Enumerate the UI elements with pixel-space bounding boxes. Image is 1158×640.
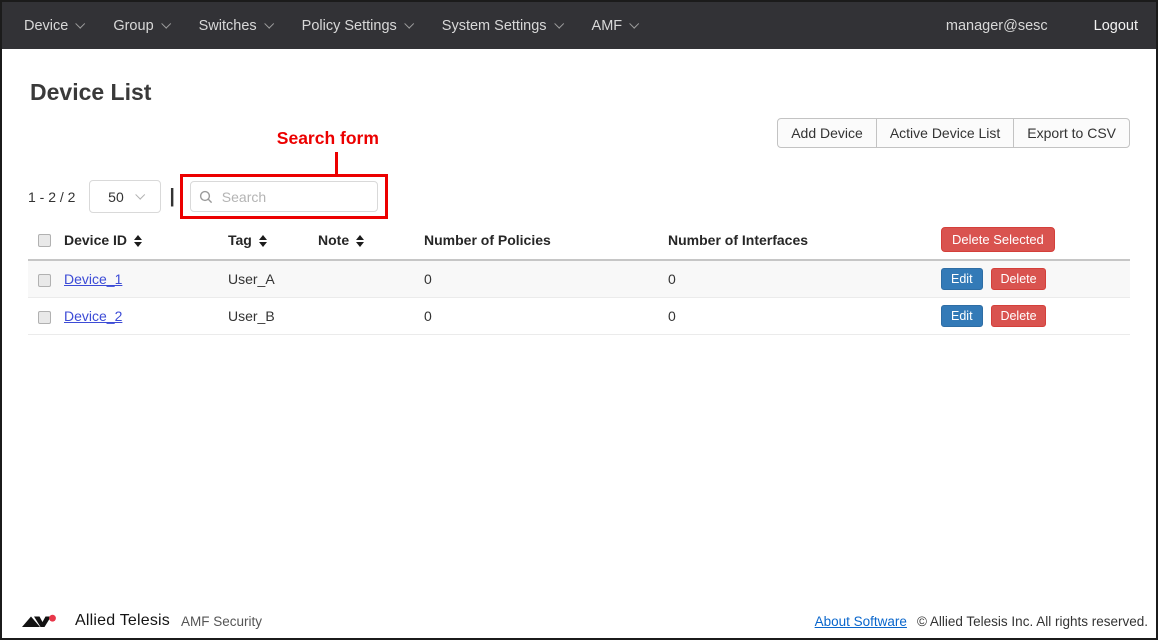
delete-button[interactable]: Delete: [991, 268, 1045, 290]
search-input[interactable]: [190, 181, 378, 212]
app-window: Device Group Switches Policy Settings Sy…: [0, 0, 1158, 640]
nav-item-group[interactable]: Group: [113, 18, 168, 34]
page-title: Device List: [30, 79, 1130, 106]
footer: Allied Telesis AMF Security About Softwa…: [2, 604, 1156, 638]
controls-separator: |: [169, 187, 174, 206]
column-label: Number of Interfaces: [668, 232, 808, 248]
nav-item-label: AMF: [592, 18, 623, 34]
column-header-tag[interactable]: Tag: [228, 222, 318, 260]
nav-item-label: Group: [113, 18, 153, 34]
nav-item-label: Device: [24, 18, 68, 34]
chevron-down-icon: [76, 18, 86, 28]
interfaces-cell: 0: [668, 260, 941, 298]
column-header-policies: Number of Policies: [424, 222, 668, 260]
column-label: Note: [318, 232, 349, 248]
row-checkbox[interactable]: [38, 311, 51, 324]
logout-button[interactable]: Logout: [1094, 18, 1138, 34]
column-label: Device ID: [64, 232, 127, 248]
device-link[interactable]: Device_2: [64, 308, 122, 324]
column-label: Number of Policies: [424, 232, 551, 248]
column-label: Tag: [228, 232, 252, 248]
top-navbar: Device Group Switches Policy Settings Sy…: [2, 2, 1156, 49]
table-header-row: Device ID Tag Note Number of Policies Nu…: [28, 222, 1130, 260]
annotation-label: Search form: [277, 128, 379, 149]
page-size-select[interactable]: 50: [89, 180, 161, 213]
toolbar-row: Add Device Active Device List Export to …: [28, 106, 1130, 174]
chevron-down-icon: [135, 189, 145, 199]
nav-item-label: Policy Settings: [302, 18, 397, 34]
about-software-link[interactable]: About Software: [815, 614, 907, 629]
nav-item-policy-settings[interactable]: Policy Settings: [302, 18, 412, 34]
search-annotation-box: Search form: [180, 174, 388, 219]
interfaces-cell: 0: [668, 298, 941, 335]
page-size-value: 50: [108, 189, 124, 205]
nav-item-system-settings[interactable]: System Settings: [442, 18, 562, 34]
search-form: [190, 181, 378, 212]
select-all-checkbox[interactable]: [38, 234, 51, 247]
nav-item-label: Switches: [199, 18, 257, 34]
device-table: Device ID Tag Note Number of Policies Nu…: [28, 222, 1130, 335]
nav-menu: Device Group Switches Policy Settings Sy…: [24, 18, 946, 34]
toolbar-button-group: Add Device Active Device List Export to …: [778, 118, 1130, 148]
chevron-down-icon: [161, 18, 171, 28]
brand-name: Allied Telesis: [75, 612, 170, 630]
edit-button[interactable]: Edit: [941, 268, 983, 290]
search-icon: [199, 190, 213, 204]
column-header-interfaces: Number of Interfaces: [668, 222, 941, 260]
policies-cell: 0: [424, 260, 668, 298]
sort-icon: [134, 235, 142, 247]
nav-item-device[interactable]: Device: [24, 18, 83, 34]
nav-right: manager@sesc Logout: [946, 18, 1138, 34]
nav-item-label: System Settings: [442, 18, 547, 34]
export-to-csv-button[interactable]: Export to CSV: [1013, 118, 1130, 148]
column-header-note[interactable]: Note: [318, 222, 424, 260]
note-cell: [318, 260, 424, 298]
tag-cell: User_B: [228, 298, 318, 335]
device-link[interactable]: Device_1: [64, 271, 122, 287]
nav-item-switches[interactable]: Switches: [199, 18, 272, 34]
chevron-down-icon: [264, 18, 274, 28]
nav-item-amf[interactable]: AMF: [592, 18, 638, 34]
allied-telesis-logo: [22, 613, 68, 630]
column-header-actions: Delete Selected: [941, 222, 1130, 260]
table-row: Device_2 User_B 0 0 Edit Delete: [28, 298, 1130, 335]
chevron-down-icon: [404, 18, 414, 28]
main-content: Device List Add Device Active Device Lis…: [2, 79, 1156, 335]
note-cell: [318, 298, 424, 335]
delete-button[interactable]: Delete: [991, 305, 1045, 327]
product-name: AMF Security: [181, 614, 262, 629]
policies-cell: 0: [424, 298, 668, 335]
list-controls: 1 - 2 / 2 50 | Search form: [28, 174, 1130, 219]
chevron-down-icon: [554, 18, 564, 28]
footer-right: About Software © Allied Telesis Inc. All…: [815, 614, 1148, 629]
pagination-range: 1 - 2 / 2: [28, 189, 75, 205]
edit-button[interactable]: Edit: [941, 305, 983, 327]
delete-selected-button[interactable]: Delete Selected: [941, 227, 1055, 252]
sort-icon: [356, 235, 364, 247]
copyright-text: © Allied Telesis Inc. All rights reserve…: [917, 614, 1148, 629]
column-header-device-id[interactable]: Device ID: [64, 222, 228, 260]
row-checkbox[interactable]: [38, 274, 51, 287]
active-device-list-button[interactable]: Active Device List: [876, 118, 1014, 148]
logged-in-user: manager@sesc: [946, 18, 1048, 34]
table-row: Device_1 User_A 0 0 Edit Delete: [28, 260, 1130, 298]
annotation-line: [335, 152, 338, 174]
sort-icon: [259, 235, 267, 247]
tag-cell: User_A: [228, 260, 318, 298]
add-device-button[interactable]: Add Device: [777, 118, 877, 148]
chevron-down-icon: [629, 18, 639, 28]
